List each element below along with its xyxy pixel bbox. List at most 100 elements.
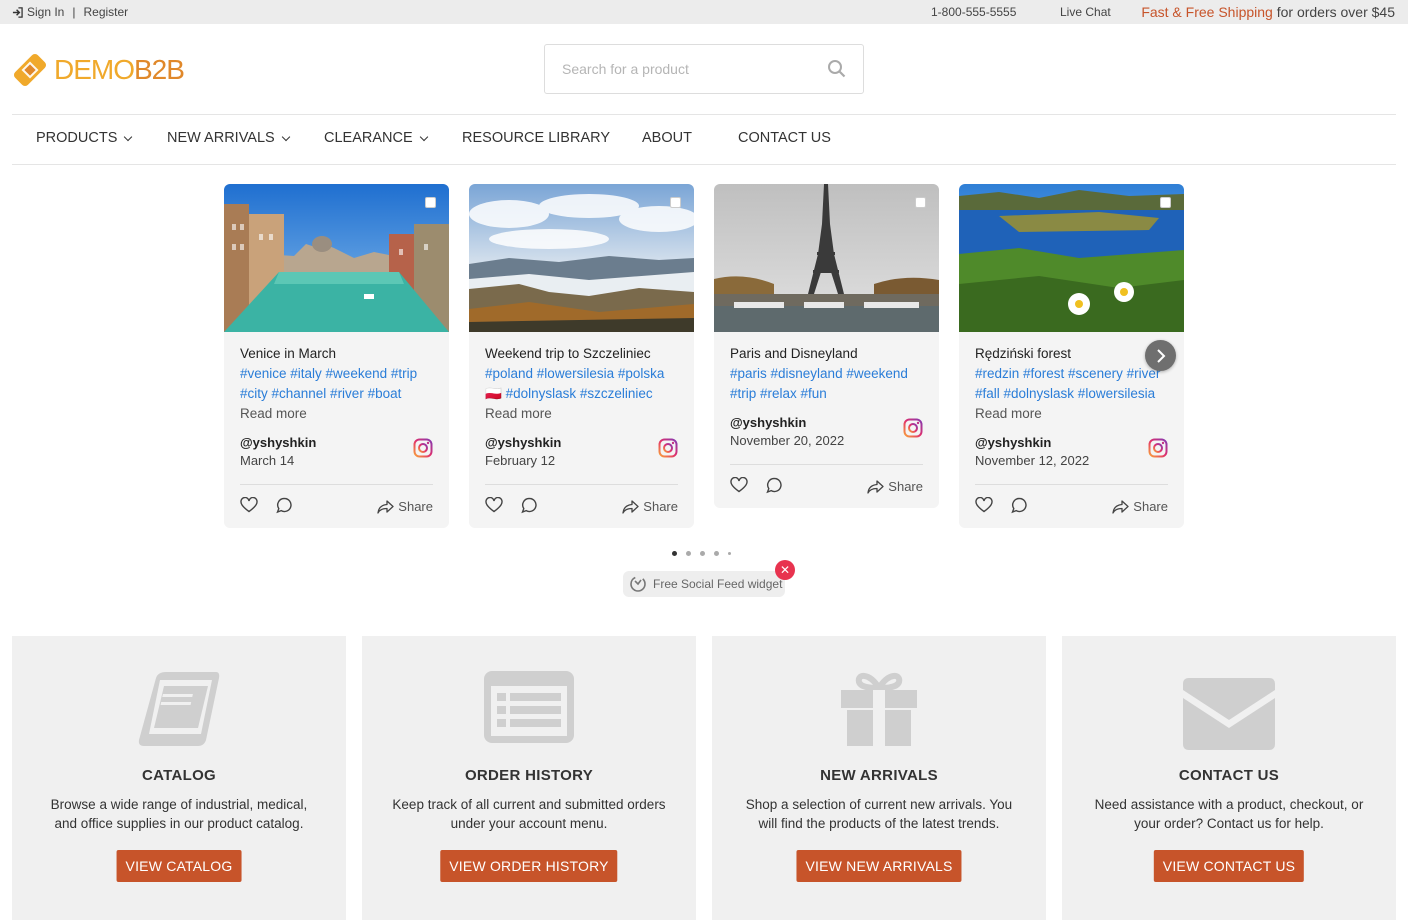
phone-number[interactable]: 1-800-555-5555 bbox=[931, 5, 1016, 19]
feature-card-contact-us: CONTACT US Need assistance with a produc… bbox=[1062, 636, 1396, 920]
logo-mark-icon bbox=[13, 53, 47, 87]
read-more-link[interactable]: Read more bbox=[485, 404, 678, 424]
feature-description: Browse a wide range of industrial, medic… bbox=[50, 797, 308, 831]
shipping-highlight[interactable]: Fast & Free Shipping bbox=[1141, 4, 1273, 20]
nav-clearance[interactable]: CLEARANCE bbox=[324, 130, 462, 146]
shipping-promo: Fast & Free Shipping for orders over $45 bbox=[1141, 4, 1395, 20]
instagram-icon[interactable] bbox=[903, 418, 923, 438]
search-box bbox=[544, 44, 864, 94]
instagram-icon[interactable] bbox=[658, 438, 678, 458]
live-chat-link[interactable]: Live Chat bbox=[1060, 5, 1111, 19]
widget-logo-icon bbox=[630, 576, 646, 592]
like-icon[interactable] bbox=[730, 477, 748, 493]
post-image[interactable] bbox=[714, 184, 939, 332]
post-author[interactable]: @yshyshkin bbox=[730, 414, 923, 432]
register-link[interactable]: Register bbox=[83, 5, 128, 19]
nav-about[interactable]: ABOUT bbox=[642, 130, 738, 146]
like-icon[interactable] bbox=[485, 497, 503, 513]
view-catalog-button[interactable]: VIEW CATALOG bbox=[116, 850, 242, 882]
social-post-card[interactable]: Paris and Disneyland #paris #disneyland … bbox=[714, 184, 939, 508]
select-checkbox[interactable] bbox=[1160, 197, 1171, 208]
view-contact-us-button[interactable]: VIEW CONTACT US bbox=[1153, 850, 1305, 882]
post-hashtags[interactable]: #city #channel #river #boat bbox=[240, 384, 433, 404]
post-hashtags[interactable]: #venice #italy #weekend #trip bbox=[240, 364, 433, 384]
feature-description: Need assistance with a product, checkout… bbox=[1094, 797, 1364, 831]
chevron-down-icon bbox=[419, 132, 428, 141]
view-order-history-button[interactable]: VIEW ORDER HISTORY bbox=[440, 850, 618, 882]
comment-icon[interactable] bbox=[276, 497, 293, 514]
feature-title: CONTACT US bbox=[1178, 767, 1280, 784]
pagination-dot[interactable] bbox=[672, 551, 677, 556]
widget-branding-badge[interactable]: Free Social Feed widget bbox=[623, 571, 785, 597]
feature-card-order-history: ORDER HISTORY Keep track of all current … bbox=[362, 636, 696, 920]
instagram-icon[interactable] bbox=[413, 438, 433, 458]
close-icon: ✕ bbox=[779, 563, 791, 577]
gift-icon bbox=[841, 673, 917, 746]
feature-card-new-arrivals: NEW ARRIVALS Shop a selection of current… bbox=[712, 636, 1046, 920]
social-post-card[interactable]: Weekend trip to Szczeliniec #poland #low… bbox=[469, 184, 694, 528]
share-button[interactable]: Share bbox=[1112, 497, 1168, 517]
select-checkbox[interactable] bbox=[670, 197, 681, 208]
share-button[interactable]: Share bbox=[622, 497, 678, 517]
share-icon bbox=[622, 500, 639, 514]
nav-resource-library[interactable]: RESOURCE LIBRARY bbox=[462, 130, 642, 146]
post-author[interactable]: @yshyshkin bbox=[975, 434, 1168, 452]
select-checkbox[interactable] bbox=[425, 197, 436, 208]
nav-products[interactable]: PRODUCTS bbox=[36, 130, 167, 146]
nav-new-arrivals[interactable]: NEW ARRIVALS bbox=[167, 130, 324, 146]
chevron-down-icon bbox=[281, 132, 290, 141]
post-hashtags[interactable]: #poland #lowersilesia #polska bbox=[485, 364, 678, 384]
read-more-link[interactable]: Read more bbox=[240, 404, 433, 424]
like-icon[interactable] bbox=[975, 497, 993, 513]
select-checkbox[interactable] bbox=[915, 197, 926, 208]
share-button[interactable]: Share bbox=[377, 497, 433, 517]
post-hashtags[interactable]: #paris #disneyland #weekend bbox=[730, 364, 923, 384]
read-more-link[interactable]: Read more bbox=[975, 404, 1168, 424]
search-button[interactable] bbox=[811, 45, 863, 93]
post-title: Rędziński forest bbox=[975, 346, 1072, 361]
sign-in-link[interactable]: Sign In bbox=[27, 5, 64, 19]
carousel-next-button[interactable] bbox=[1145, 340, 1176, 371]
post-date: February 12 bbox=[485, 453, 556, 468]
site-logo[interactable]: DEMOB2B bbox=[12, 52, 185, 88]
post-hashtags[interactable]: #redzin #forest #scenery #river bbox=[975, 364, 1168, 384]
post-title: Weekend trip to Szczeliniec bbox=[485, 346, 651, 361]
feature-title: NEW ARRIVALS bbox=[820, 767, 938, 784]
post-date: November 12, 2022 bbox=[975, 453, 1090, 468]
comment-icon[interactable] bbox=[766, 477, 783, 494]
search-input[interactable] bbox=[545, 45, 811, 93]
pagination-dot[interactable] bbox=[728, 552, 731, 555]
post-title: Venice in March bbox=[240, 346, 337, 361]
post-image[interactable] bbox=[224, 184, 449, 332]
comment-icon[interactable] bbox=[1011, 497, 1028, 514]
top-bar: Sign In | Register 1-800-555-5555 Live C… bbox=[0, 0, 1408, 24]
nav-contact-us[interactable]: CONTACT US bbox=[738, 130, 831, 146]
feature-description: Shop a selection of current new arrivals… bbox=[745, 797, 1013, 831]
social-post-card[interactable]: Venice in March #venice #italy #weekend … bbox=[224, 184, 449, 528]
feature-title: CATALOG bbox=[141, 767, 217, 784]
post-hashtags[interactable]: #fall #dolnyslask #lowersilesia bbox=[975, 384, 1168, 404]
like-icon[interactable] bbox=[240, 497, 258, 513]
share-icon bbox=[1112, 500, 1129, 514]
sign-in-icon bbox=[12, 6, 23, 18]
instagram-icon[interactable] bbox=[1148, 438, 1168, 458]
share-button[interactable]: Share bbox=[867, 477, 923, 497]
book-icon bbox=[138, 672, 220, 746]
pagination-dot[interactable] bbox=[700, 551, 705, 556]
feature-title: ORDER HISTORY bbox=[464, 767, 594, 784]
comment-icon[interactable] bbox=[521, 497, 538, 514]
share-icon bbox=[377, 500, 394, 514]
post-image[interactable] bbox=[959, 184, 1184, 332]
pagination-dot[interactable] bbox=[714, 551, 719, 556]
carousel-pagination bbox=[672, 551, 731, 556]
view-new-arrivals-button[interactable]: VIEW NEW ARRIVALS bbox=[796, 850, 962, 882]
flag-emoji: 🇵🇱 bbox=[485, 386, 502, 401]
post-hashtags[interactable]: #trip #relax #fun bbox=[730, 384, 923, 404]
post-author[interactable]: @yshyshkin bbox=[485, 434, 678, 452]
post-author[interactable]: @yshyshkin bbox=[240, 434, 433, 452]
logo-text: DEMOB2B bbox=[54, 54, 185, 85]
post-hashtags[interactable]: 🇵🇱 #dolnyslask #szczeliniec bbox=[485, 384, 678, 404]
close-widget-badge-button[interactable]: ✕ bbox=[775, 560, 795, 580]
post-image[interactable] bbox=[469, 184, 694, 332]
pagination-dot[interactable] bbox=[686, 551, 691, 556]
